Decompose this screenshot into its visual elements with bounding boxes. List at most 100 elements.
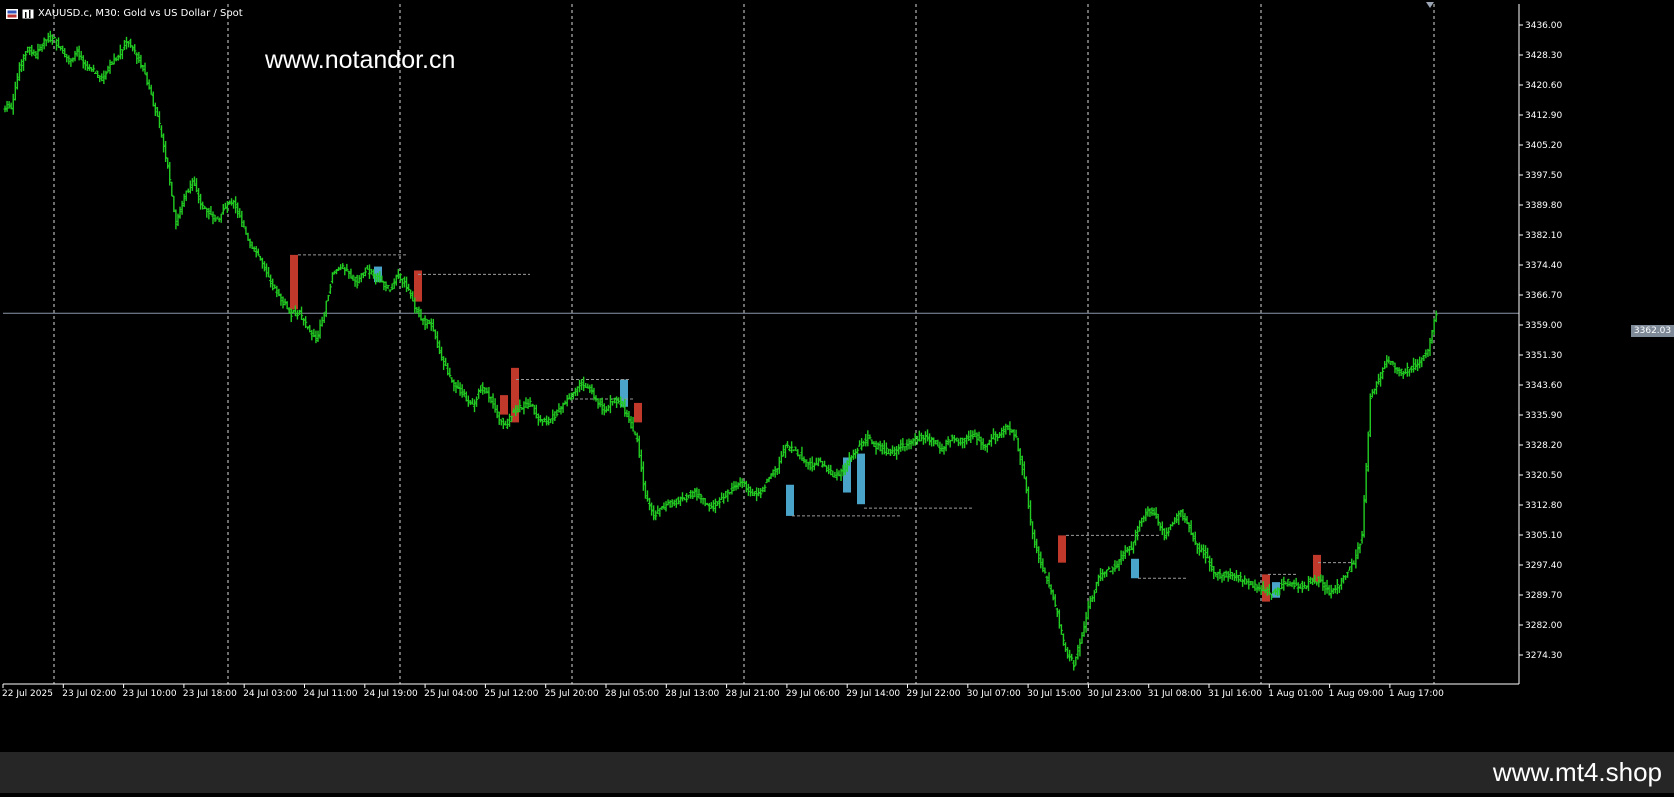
ohlc-bar: [952, 435, 956, 444]
ohlc-bar: [958, 437, 963, 446]
ohlc-bar: [1226, 571, 1230, 582]
ohlc-bar: [254, 246, 258, 258]
ohlc-bar: [423, 315, 427, 330]
ohlc-bar: [722, 493, 726, 504]
ohlc-bar: [602, 403, 606, 416]
ohlc-bar: [1096, 574, 1101, 587]
ohlc-bar: [242, 220, 246, 228]
ohlc-bar: [44, 39, 48, 47]
ohlc-bar: [975, 432, 979, 446]
ohlc-bar: [925, 429, 930, 442]
ohlc-bar: [1055, 607, 1059, 618]
ohlc-bar: [1350, 558, 1354, 573]
ohlc-bar: [192, 176, 197, 187]
ohlc-bar: [1185, 515, 1189, 524]
ohlc-bar: [831, 470, 835, 478]
ohlc-bar: [353, 276, 357, 287]
ohlc-bar: [833, 471, 837, 478]
ohlc-bar: [269, 274, 273, 288]
ohlc-bar: [69, 58, 73, 67]
ohlc-bar: [647, 497, 652, 511]
bottom-bar: [0, 752, 1674, 793]
ohlc-bar: [658, 507, 662, 517]
ohlc-bar: [266, 266, 271, 278]
ohlc-bar: [524, 397, 528, 408]
ohlc-bar: [586, 383, 590, 389]
ohlc-bar: [252, 246, 256, 252]
ohlc-bar: [761, 486, 765, 493]
ohlc-bar: [897, 444, 901, 455]
ohlc-bar: [481, 382, 485, 395]
ohlc-bar: [1057, 609, 1061, 629]
ohlc-bar: [773, 466, 777, 478]
ohlc-bar: [790, 441, 794, 454]
bars-icon[interactable]: [22, 9, 34, 19]
ohlc-bar: [1164, 527, 1169, 540]
ohlc-bar: [1103, 571, 1107, 578]
ohlc-bar: [711, 500, 715, 512]
ohlc-bar: [1257, 582, 1261, 592]
ohlc-bar: [419, 308, 423, 321]
ohlc-bar: [744, 480, 748, 493]
price-chart[interactable]: 3436.00 3428.30 3420.60 3412.90 3405.20 3397.…: [0, 0, 1674, 793]
y-tick-label: 3282.00: [1525, 621, 1562, 631]
ohlc-bar: [633, 431, 637, 436]
ohlc-bar: [785, 441, 790, 449]
ohlc-bar: [792, 449, 796, 452]
ohlc-bar: [965, 434, 969, 445]
ohlc-bar: [61, 45, 65, 54]
ohlc-bar: [942, 445, 946, 455]
ohlc-bar: [1366, 431, 1370, 472]
ohlc-bar: [17, 62, 22, 81]
x-tick-label: 1 Aug 17:00: [1389, 689, 1444, 699]
ohlc-bar: [404, 276, 409, 293]
ohlc-bar: [326, 294, 330, 302]
ohlc-bar: [67, 55, 71, 65]
x-tick-label: 28 Jul 21:00: [726, 689, 780, 699]
ohlc-bar: [1074, 656, 1078, 666]
ohlc-bar: [244, 226, 248, 235]
ohlc-bar: [853, 448, 858, 459]
zone-box: [1058, 535, 1066, 563]
ohlc-bar: [656, 505, 660, 514]
ohlc-bar: [1286, 578, 1290, 587]
x-tick-label: 31 Jul 16:00: [1208, 689, 1262, 699]
ohlc-bar: [561, 402, 565, 413]
ohlc-bar: [703, 498, 707, 507]
ohlc-bar: [462, 389, 466, 397]
ohlc-bar: [1288, 581, 1292, 587]
ohlc-bar: [662, 502, 666, 510]
ohlc-bar: [1339, 577, 1344, 590]
y-tick-label: 3359.00: [1525, 321, 1562, 331]
chart-area[interactable]: 3436.00 3428.30 3420.60 3412.90 3405.20 3397.…: [0, 0, 1674, 793]
y-tick-label: 3374.40: [1525, 261, 1562, 271]
ohlc-bar: [32, 49, 36, 56]
ohlc-bar: [746, 483, 750, 496]
ohlc-bar: [1241, 578, 1245, 587]
ohlc-bar: [448, 367, 452, 378]
chart-window-icon[interactable]: [6, 8, 18, 19]
ohlc-bar: [1008, 421, 1012, 436]
ohlc-bar: [295, 310, 300, 320]
ohlc-bar: [186, 188, 190, 193]
y-tick-label: 3328.20: [1525, 441, 1562, 451]
ohlc-bar: [1109, 570, 1113, 573]
ohlc-bar: [388, 289, 392, 293]
ohlc-bar: [258, 255, 262, 261]
ohlc-bar: [855, 447, 860, 455]
ohlc-bar: [439, 346, 444, 361]
ohlc-bar: [1152, 507, 1156, 516]
grid: [3, 4, 1519, 684]
ohlc-bar: [551, 409, 555, 424]
ohlc-bar: [720, 492, 724, 500]
ohlc-bar: [829, 464, 833, 476]
ohlc-bar: [1348, 566, 1352, 571]
ohlc-bar: [1006, 424, 1010, 431]
y-tick-label: 3366.70: [1525, 291, 1562, 301]
ohlc-bar: [1033, 529, 1037, 548]
ohlc-bar: [320, 316, 324, 327]
zone-box: [290, 254, 298, 310]
ohlc-bar: [874, 440, 878, 455]
ohlc-bar: [409, 289, 413, 299]
ohlc-bar: [431, 318, 435, 332]
